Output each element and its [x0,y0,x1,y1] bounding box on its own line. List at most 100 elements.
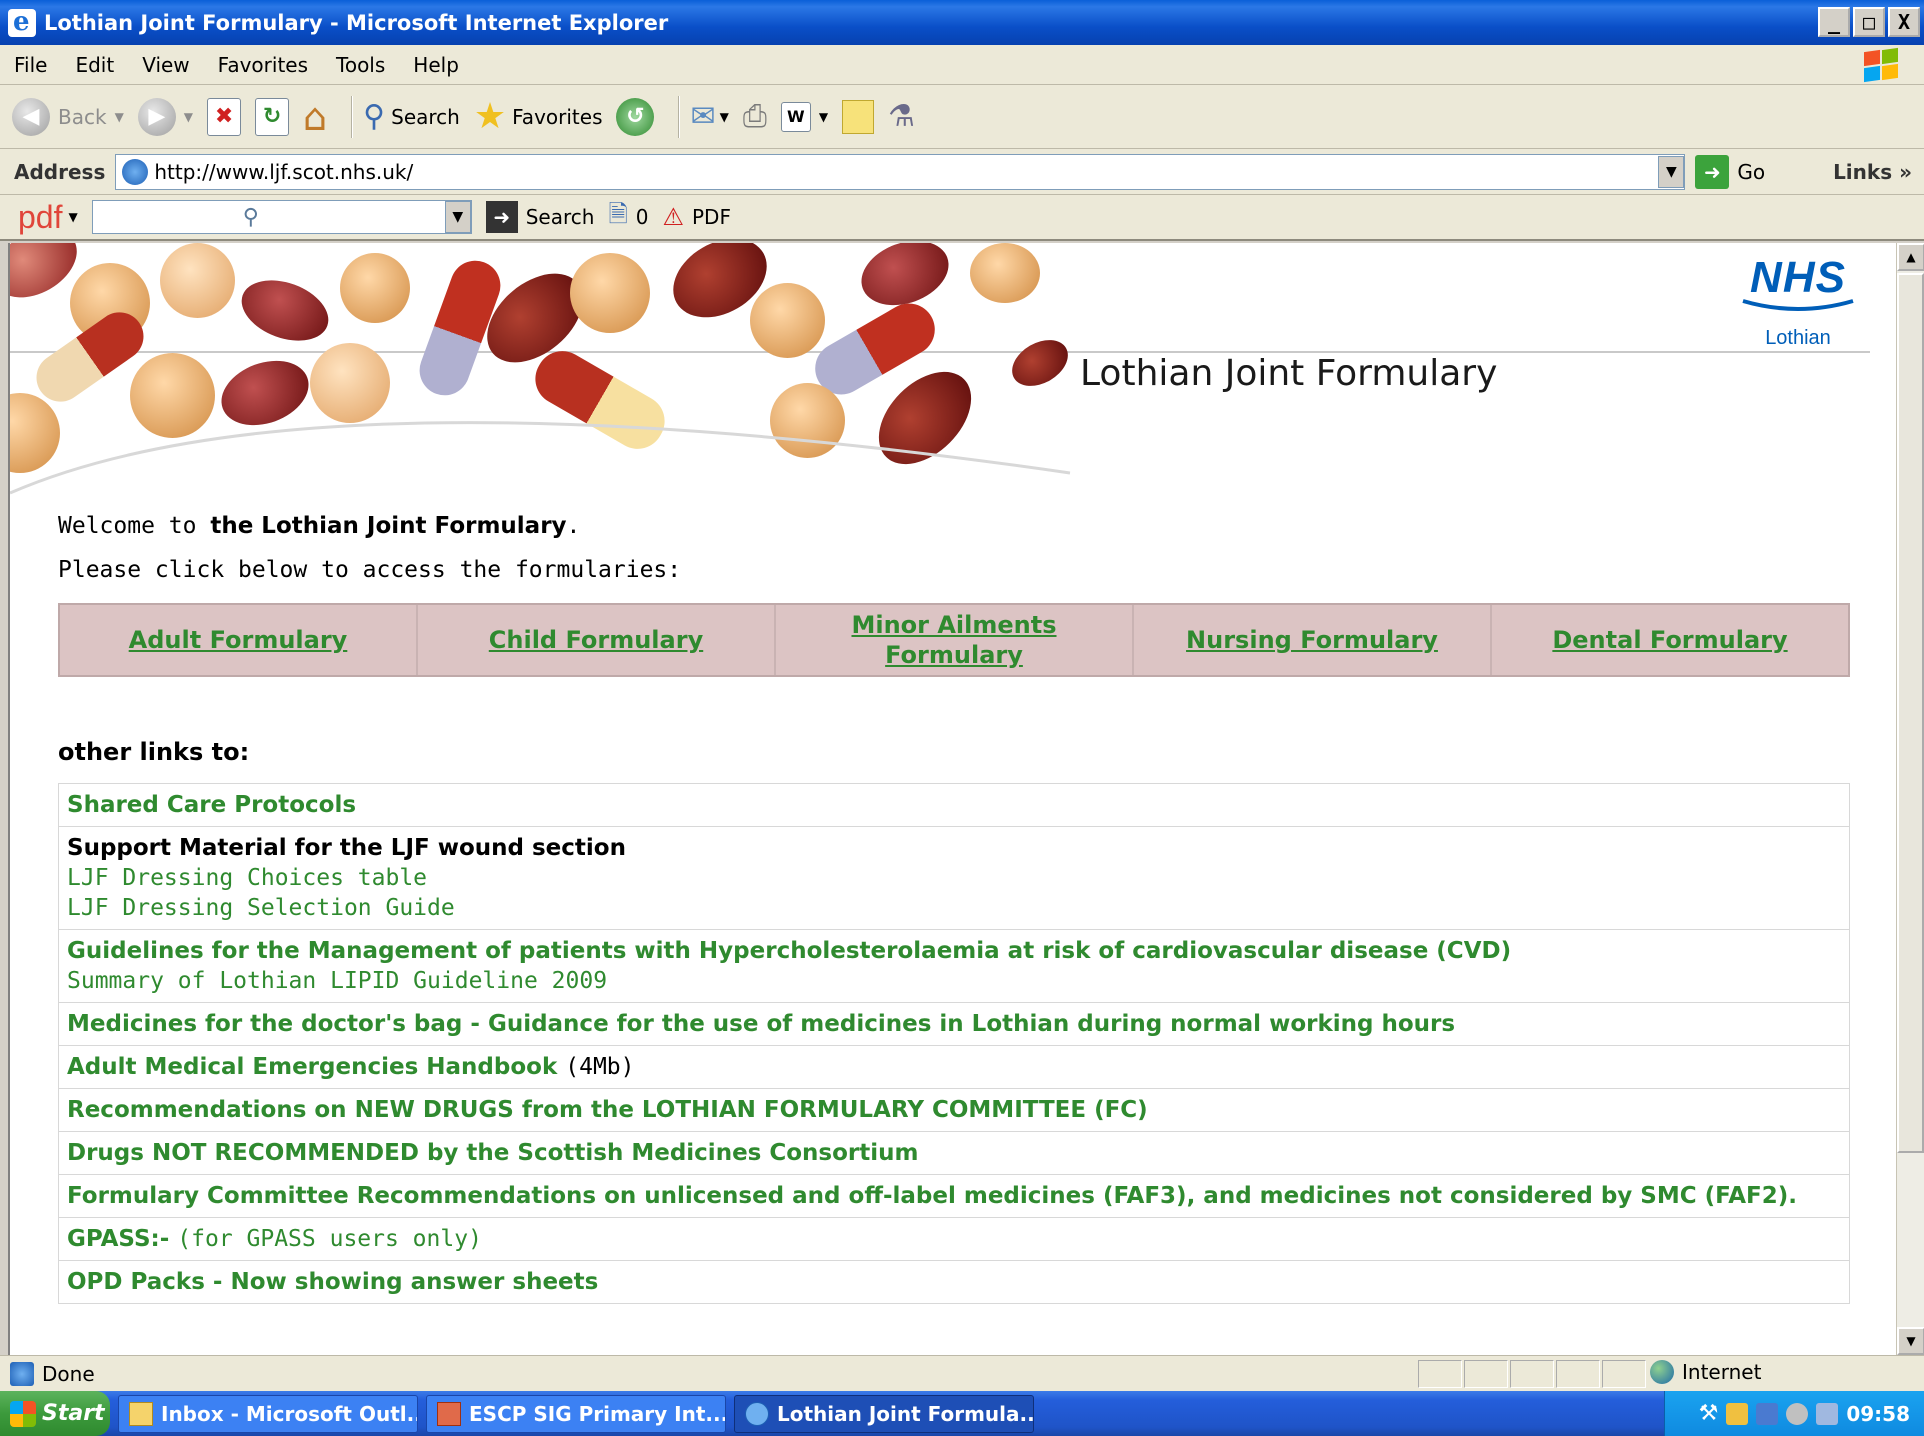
taskbar-item-lothian[interactable]: Lothian Joint Formula... [734,1394,1034,1433]
list-item: OPD Packs - Now showing answer sheets [58,1261,1850,1304]
new-drugs-link[interactable]: Recommendations on NEW DRUGS from the LO… [67,1095,1841,1125]
chevron-down-icon: ▼ [818,109,829,124]
header-banner: NHS Lothian Lothian Joint Formulary [10,243,1896,495]
gpass-link[interactable]: GPASS:- [67,1226,169,1252]
go-arrow-icon: ➜ [1695,154,1730,189]
scroll-thumb[interactable] [1897,273,1924,1153]
pdf-count-button[interactable]: 🗎 0 [608,197,648,238]
page-icon [122,158,149,185]
menu-bar: File Edit View Favorites Tools Help [0,45,1924,85]
pdf-search-dropdown[interactable]: ▼ [444,201,471,233]
formulary-cell: Adult Formulary [60,605,418,675]
formulary-cell: Nursing Formulary [1134,605,1492,675]
taskbar-item-outlook[interactable]: Inbox - Microsoft Outl... [118,1394,418,1433]
search-icon: ⚲ [363,99,386,134]
scroll-up-arrow-icon[interactable]: ▲ [1897,243,1924,271]
dental-formulary-link[interactable]: Dental Formulary [1552,625,1787,655]
go-button[interactable]: ➜ Go [1695,154,1765,189]
child-formulary-link[interactable]: Child Formulary [489,625,703,655]
pdf-toolbar: pdf ▼ ⚲ ▼ ➜ Search 🗎 0 ⚠ PDF [0,195,1924,241]
home-button[interactable]: ⌂ [303,95,327,139]
list-item: Support Material for the LJF wound secti… [58,827,1850,930]
windows-flag-icon [10,1400,36,1427]
address-url: http://www.ljf.scot.nhs.uk/ [154,159,414,184]
forward-button[interactable]: ▶ ▼ [137,97,194,136]
mail-button[interactable]: ✉ ▼ [690,99,728,134]
search-icon: ⚲ [242,205,259,230]
history-button[interactable]: ↺ [616,97,655,136]
chevron-down-icon[interactable]: ▼ [68,210,77,224]
window-title: Lothian Joint Formulary - Microsoft Inte… [44,10,669,35]
links-toolbar[interactable]: Links » [1833,160,1912,184]
pdf-search-button[interactable]: ➜ Search [485,201,594,233]
print-button[interactable]: ⎙ [743,99,767,134]
pdf-logo[interactable]: pdf [18,199,62,236]
refresh-button[interactable]: ↻ [255,97,290,136]
vertical-scrollbar[interactable]: ▲ ▼ [1896,243,1924,1355]
pdf-search-input[interactable]: ⚲ ▼ [91,200,472,234]
emergencies-handbook-link[interactable]: Adult Medical Emergencies Handbook [67,1054,557,1080]
search-button[interactable]: ⚲ Search [363,99,460,134]
back-button[interactable]: ◀ Back ▼ [12,97,124,136]
research-button[interactable]: ⚗ [888,99,915,134]
stop-button[interactable]: ✖ [207,97,242,136]
lipid-summary-link[interactable]: Summary of Lothian LIPID Guideline 2009 [67,966,1841,996]
refresh-icon: ↻ [255,97,290,136]
status-bar: Done Internet [0,1355,1924,1391]
ie-icon [8,7,36,37]
chevron-down-icon: ▼ [183,109,194,124]
dressing-choices-link[interactable]: LJF Dressing Choices table [67,863,1841,893]
tray-volume-icon[interactable] [1786,1402,1809,1425]
taskbar-item-escp[interactable]: ESCP SIG Primary Int... [426,1394,726,1433]
close-button[interactable]: X [1888,7,1920,37]
formulary-cell: Dental Formulary [1492,605,1848,675]
favorites-button[interactable]: ★ Favorites [474,96,603,137]
list-item: Formulary Committee Recommendations on u… [58,1175,1850,1218]
wrench-icon[interactable]: ⚒ [1699,1401,1719,1426]
shared-care-link[interactable]: Shared Care Protocols [67,790,1841,820]
minimize-button[interactable]: _ [1818,7,1850,37]
file-size: (4Mb) [565,1054,635,1080]
opd-packs-link[interactable]: OPD Packs - Now showing answer sheets [67,1267,1841,1297]
maximize-button[interactable]: □ [1853,7,1885,37]
start-button[interactable]: Start [0,1391,110,1436]
list-item: Recommendations on NEW DRUGS from the LO… [58,1089,1850,1132]
doctors-bag-link[interactable]: Medicines for the doctor's bag - Guidanc… [67,1009,1841,1039]
pdf-button[interactable]: ⚠ PDF [662,203,730,231]
not-recommended-link[interactable]: Drugs NOT RECOMMENDED by the Scottish Me… [67,1138,1841,1168]
tray-window-icon[interactable] [1816,1402,1839,1425]
notes-button[interactable] [842,99,875,134]
printer-icon: ⎙ [742,99,767,134]
menu-view[interactable]: View [142,53,189,77]
tray-clock-icon[interactable] [1726,1402,1749,1425]
back-arrow-icon: ◀ [12,97,50,136]
adult-formulary-link[interactable]: Adult Formulary [129,625,348,655]
chevron-down-icon: ▼ [719,109,729,124]
nursing-formulary-link[interactable]: Nursing Formulary [1186,625,1438,655]
menu-edit[interactable]: Edit [75,53,114,77]
home-icon: ⌂ [303,94,328,139]
scroll-down-arrow-icon[interactable]: ▼ [1897,1327,1924,1355]
list-item: Shared Care Protocols [58,784,1850,827]
menu-help[interactable]: Help [413,53,459,77]
dressing-selection-link[interactable]: LJF Dressing Selection Guide [67,893,1841,923]
faf-recommendations-link[interactable]: Formulary Committee Recommendations on u… [67,1181,1841,1211]
menu-favorites[interactable]: Favorites [218,53,308,77]
edit-button[interactable]: W ▼ [780,101,829,132]
formulary-cell: Child Formulary [418,605,776,675]
minor-ailments-formulary-link[interactable]: Minor Ailments Formulary [844,610,1064,670]
tray-network-icon[interactable] [1756,1402,1779,1425]
address-dropdown[interactable]: ▼ [1658,155,1685,188]
clock: 09:58 [1846,1401,1910,1426]
history-icon: ↺ [616,97,655,136]
lipid-guidelines-link[interactable]: Guidelines for the Management of patient… [67,936,1841,966]
standard-toolbar: ◀ Back ▼ ▶ ▼ ✖ ↻ ⌂ ⚲ Search ★ Favorites … [0,85,1924,149]
address-input[interactable]: http://www.ljf.scot.nhs.uk/ ▼ [115,153,1686,190]
menu-tools[interactable]: Tools [336,53,385,77]
globe-icon [1650,1360,1674,1384]
star-icon: ★ [473,96,507,137]
word-icon: W [780,101,811,132]
title-bar: Lothian Joint Formulary - Microsoft Inte… [0,0,1924,45]
menu-file[interactable]: File [14,53,47,77]
list-item: Guidelines for the Management of patient… [58,930,1850,1003]
